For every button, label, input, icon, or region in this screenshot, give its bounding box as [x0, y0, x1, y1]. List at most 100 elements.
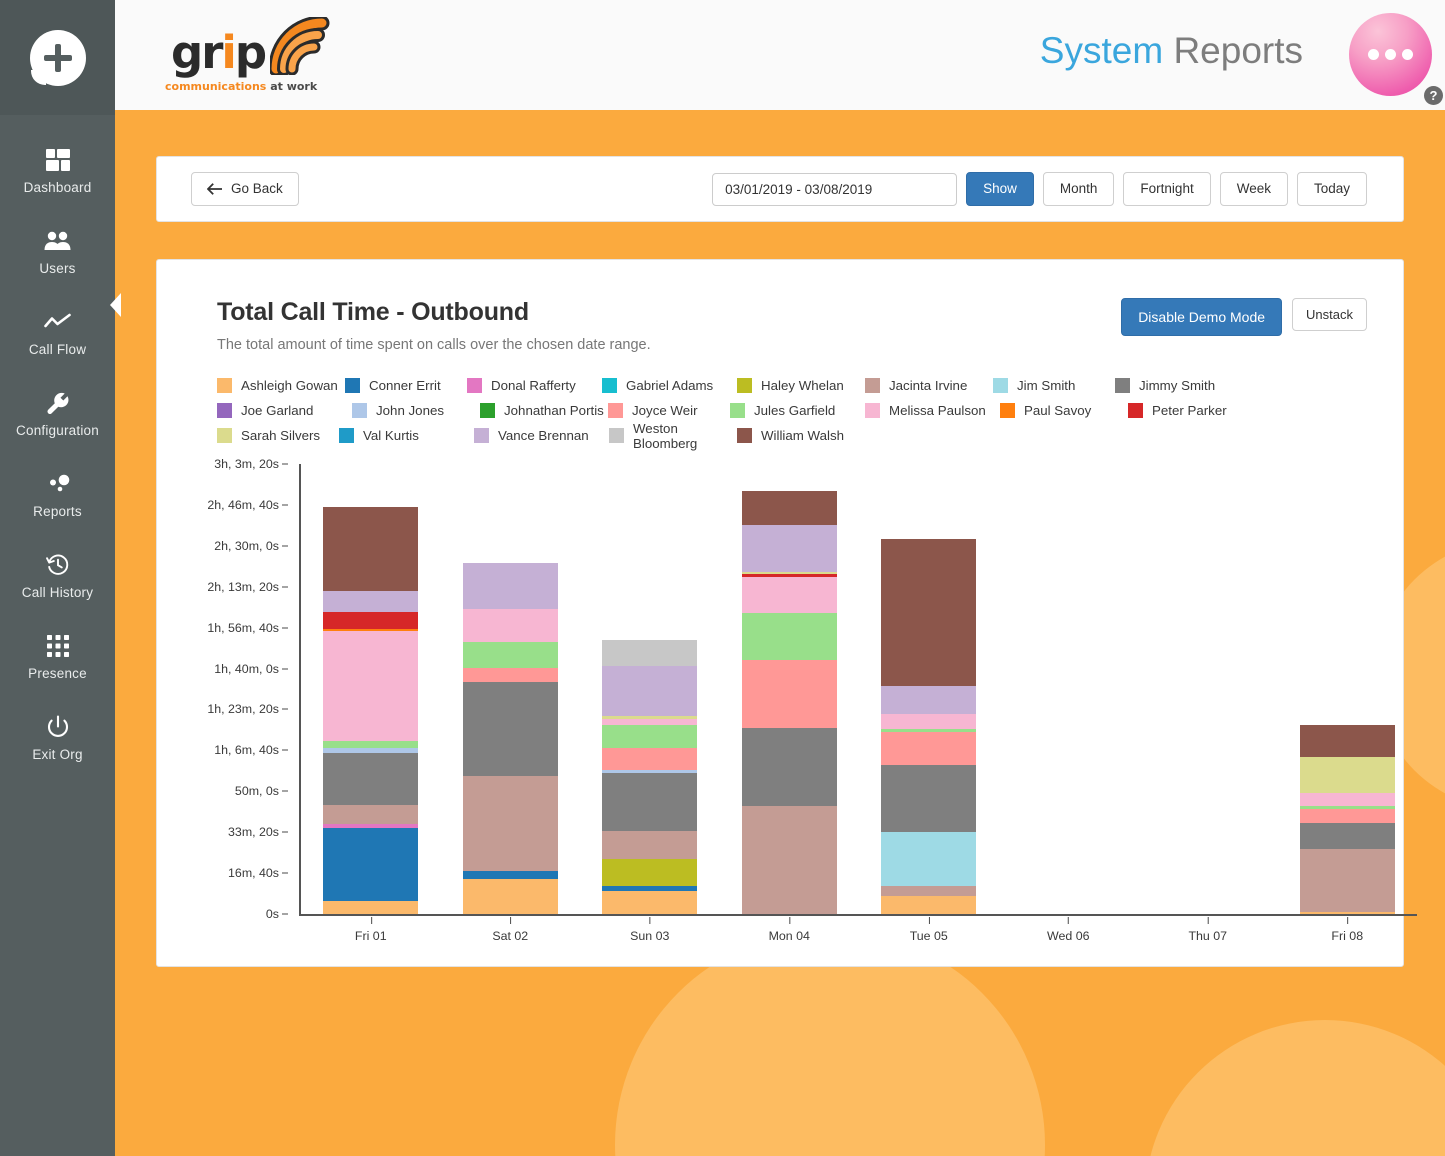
bar-segment[interactable] [1299, 848, 1395, 912]
sidebar-item-users[interactable]: Users [0, 218, 115, 286]
bar-segment[interactable] [1299, 724, 1395, 758]
go-back-button[interactable]: Go Back [191, 172, 299, 206]
bar-stack[interactable] [741, 464, 837, 914]
bar-segment[interactable] [1299, 792, 1395, 807]
bar-segment[interactable] [1299, 809, 1395, 823]
bar-segment[interactable] [323, 590, 419, 612]
bar-segment[interactable] [881, 885, 977, 897]
bar-segment[interactable] [602, 725, 698, 748]
sidebar-item-reports[interactable]: Reports [0, 461, 115, 529]
bar-segment[interactable] [602, 859, 698, 887]
avatar[interactable] [1349, 13, 1432, 96]
bar-stack[interactable] [881, 464, 977, 914]
bar-segment[interactable] [462, 681, 558, 776]
bar-segment[interactable] [741, 659, 837, 728]
legend-item[interactable]: John Jones [352, 398, 480, 423]
legend-item[interactable]: Donal Rafferty [467, 373, 602, 398]
bar-stack[interactable] [1299, 464, 1395, 914]
bar-segment[interactable] [462, 878, 558, 914]
bar-segment[interactable] [323, 805, 419, 824]
bar-stack[interactable] [1021, 464, 1116, 914]
show-button[interactable]: Show [966, 172, 1034, 206]
bar-segment[interactable] [323, 900, 419, 914]
sidebar-item-exit-org[interactable]: Exit Org [0, 704, 115, 772]
sidebar-item-label: Call History [21, 585, 94, 600]
bar-segment[interactable] [602, 747, 698, 770]
legend-item[interactable]: Gabriel Adams [602, 373, 737, 398]
bar-segment[interactable] [741, 805, 837, 914]
bar-stack[interactable] [602, 464, 698, 914]
legend-item[interactable]: Jimmy Smith [1115, 373, 1250, 398]
date-range-input[interactable] [712, 172, 958, 206]
bar-segment[interactable] [881, 731, 977, 765]
bar-segment[interactable] [602, 666, 698, 717]
legend-item[interactable]: Johnathan Portis [480, 398, 608, 423]
month-button[interactable]: Month [1042, 172, 1115, 206]
bar-segment[interactable] [741, 727, 837, 806]
sidebar-item-presence[interactable]: Presence [0, 623, 115, 691]
bar-segment[interactable] [323, 752, 419, 806]
legend-item[interactable]: Joe Garland [217, 398, 352, 423]
bar-segment[interactable] [741, 576, 837, 613]
bar-segment[interactable] [741, 612, 837, 660]
bar-segment[interactable] [1299, 911, 1395, 914]
bar-segment[interactable] [881, 685, 977, 715]
bar-segment[interactable] [462, 609, 558, 642]
x-axis: Fri 01 Sat 02 Sun 03 Mon 04 Tue 05 Wed 06 Thu … [301, 916, 1417, 946]
bar-segment[interactable] [323, 507, 419, 591]
bar-segment[interactable] [323, 611, 419, 629]
bar-stack[interactable] [1160, 464, 1255, 914]
legend-item[interactable]: Jacinta Irvine [865, 373, 993, 398]
bar-segment[interactable] [462, 870, 558, 879]
sidebar-item-call-history[interactable]: Call History [0, 542, 115, 610]
sidebar-item-configuration[interactable]: Configuration [0, 380, 115, 448]
legend-item[interactable]: Paul Savoy [1000, 398, 1128, 423]
sidebar-logo-button[interactable] [0, 0, 115, 115]
bar-segment[interactable] [881, 714, 977, 729]
legend-item[interactable]: Ashleigh Gowan [217, 373, 345, 398]
help-icon[interactable]: ? [1424, 86, 1443, 105]
bar-segment[interactable] [881, 538, 977, 686]
legend-item[interactable]: Vance Brennan [474, 423, 609, 448]
bar-segment[interactable] [462, 668, 558, 682]
unstack-button[interactable]: Unstack [1292, 298, 1367, 331]
legend-item[interactable]: Joyce Weir [608, 398, 730, 423]
bar-segment[interactable] [323, 827, 419, 901]
disable-demo-mode-button[interactable]: Disable Demo Mode [1121, 298, 1283, 336]
fortnight-button[interactable]: Fortnight [1123, 172, 1211, 206]
bar-segment[interactable] [323, 630, 419, 742]
bar-segment[interactable] [602, 891, 698, 914]
legend-item[interactable]: Val Kurtis [339, 423, 474, 448]
bar-segment[interactable] [1299, 757, 1395, 793]
legend-item[interactable]: Melissa Paulson [865, 398, 1000, 423]
bar-segment[interactable] [462, 642, 558, 669]
legend-item[interactable]: Haley Whelan [737, 373, 865, 398]
week-button[interactable]: Week [1219, 172, 1288, 206]
legend-item[interactable]: Jim Smith [993, 373, 1115, 398]
legend-item[interactable]: Conner Errit [345, 373, 467, 398]
bar-stack[interactable] [323, 464, 419, 914]
bar-segment[interactable] [1299, 822, 1395, 849]
bar-segment[interactable] [602, 773, 698, 831]
bar-segment[interactable] [462, 563, 558, 610]
bar-segment[interactable] [881, 896, 977, 914]
legend-item[interactable]: Weston Bloomberg [609, 421, 737, 451]
bar-segment[interactable] [602, 640, 698, 667]
sidebar-item-call-flow[interactable]: Call Flow [0, 299, 115, 367]
bar-stack[interactable] [462, 464, 558, 914]
legend-swatch [737, 428, 752, 443]
legend-item[interactable]: William Walsh [737, 423, 865, 448]
bar-segment[interactable] [602, 830, 698, 860]
legend-label: William Walsh [761, 428, 844, 443]
legend-item[interactable]: Sarah Silvers [217, 423, 339, 448]
bar-segment[interactable] [881, 764, 977, 832]
legend-item[interactable]: Jules Garfield [730, 398, 865, 423]
grip-logo[interactable]: grip communications at work [165, 16, 365, 102]
bar-segment[interactable] [881, 831, 977, 886]
legend-item[interactable]: Peter Parker [1128, 398, 1256, 423]
sidebar-item-dashboard[interactable]: Dashboard [0, 137, 115, 205]
bar-segment[interactable] [741, 525, 837, 572]
bar-segment[interactable] [741, 491, 837, 525]
today-button[interactable]: Today [1296, 172, 1367, 206]
bar-segment[interactable] [462, 775, 558, 871]
